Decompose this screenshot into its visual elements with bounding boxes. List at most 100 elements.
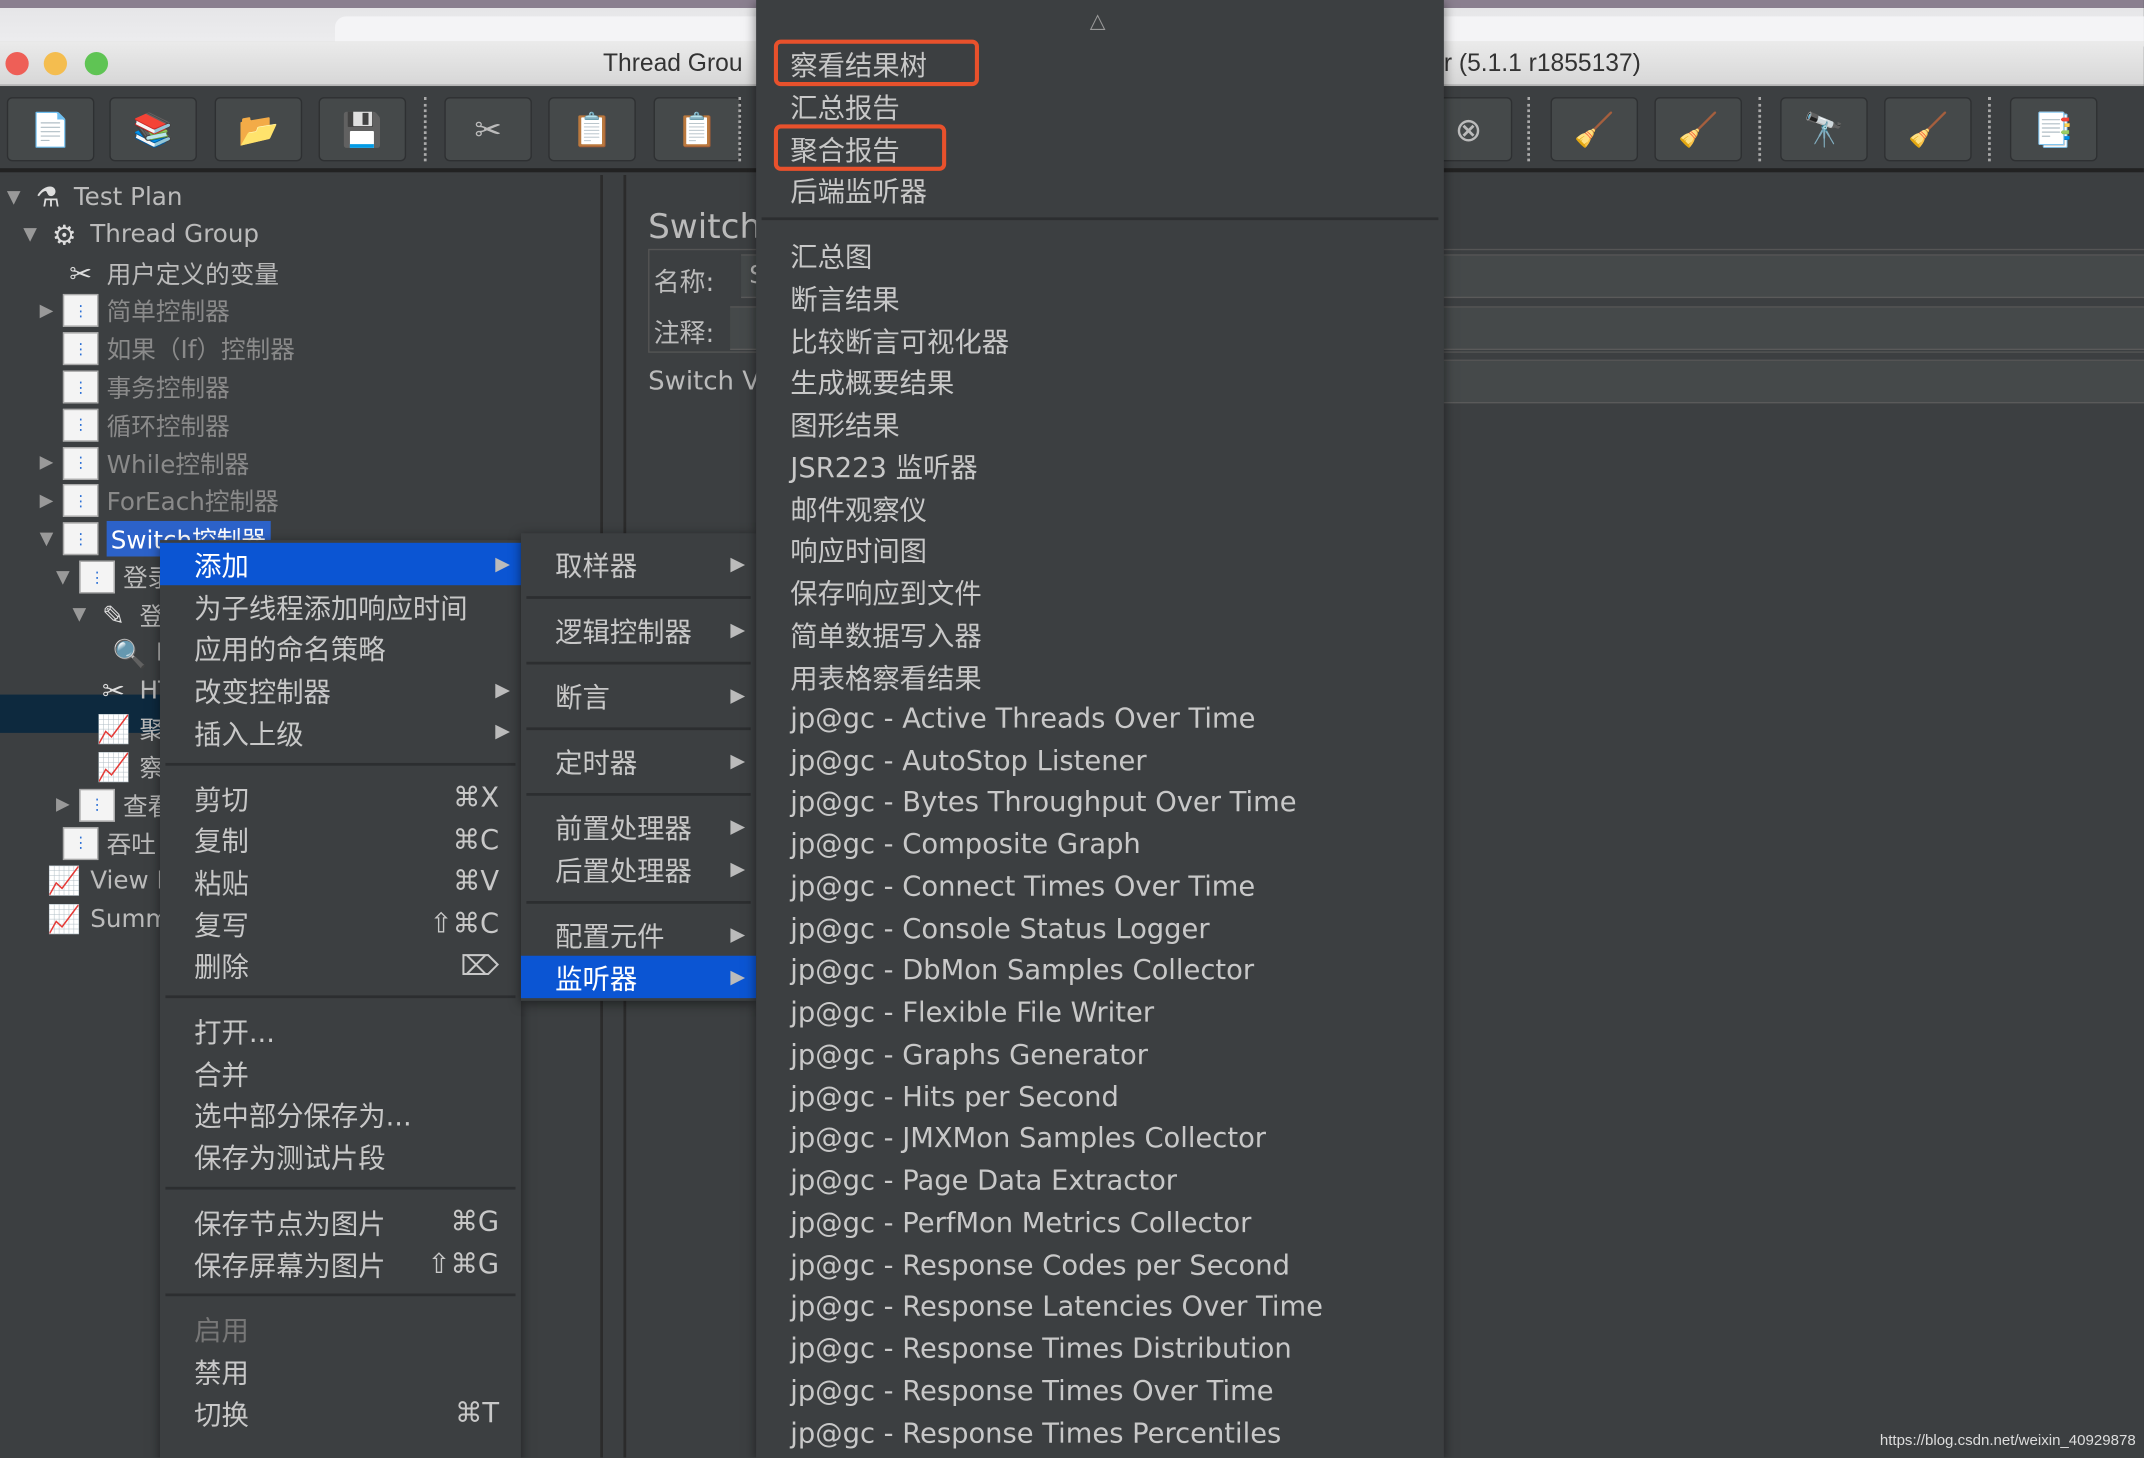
listener-menu-item[interactable]: jp@gc - Response Times Over Time [756,1369,1444,1411]
close-window-button[interactable] [5,51,29,76]
listener-menu-item[interactable]: JSR223 监听器 [756,444,1444,486]
add-submenu-item[interactable]: 后置处理器 ▶ [521,848,756,890]
copy-button[interactable]: 📋 [548,97,636,162]
tree-node[interactable]: 🔍I [85,634,163,672]
listener-menu-item[interactable]: jp@gc - Response Codes per Second [756,1243,1444,1285]
listener-menu-item[interactable]: jp@gc - Active Threads Over Time [756,696,1444,738]
collapsed-arrow-icon[interactable]: ▶ [52,795,74,816]
listener-menu-item[interactable]: jp@gc - Page Data Extractor [756,1159,1444,1201]
listener-menu-item[interactable]: 汇总图 [756,234,1444,276]
listener-menu-item[interactable]: jp@gc - JMXMon Samples Collector [756,1117,1444,1159]
expanded-arrow-icon[interactable]: ▼ [52,567,74,588]
tree-node[interactable]: 📈 View R [19,862,173,900]
add-submenu-item[interactable]: 断言 ▶ [521,674,756,716]
context-menu-item[interactable]: 保存屏幕为图片 ⇧⌘G [160,1242,521,1284]
reset-search-button[interactable]: 🧹 [1884,97,1972,162]
listener-menu-item[interactable]: jp@gc - Graphs Generator [756,1033,1444,1075]
context-menu-item[interactable]: 打开... [160,1009,521,1051]
add-submenu-item[interactable]: 配置元件 ▶ [521,913,756,955]
open-button[interactable]: 📂 [214,97,303,162]
context-menu-item[interactable]: 复写 ⇧⌘C [160,902,521,944]
cut-button[interactable]: ✂ [444,97,532,162]
tree-node[interactable]: ▶ ⋮ 简单控制器 [36,292,230,330]
listener-menu-item[interactable]: 响应时间图 [756,528,1444,570]
paste-button[interactable]: 📋 [653,97,742,162]
tree-node[interactable]: ▼ ⚙ Thread Group [19,216,259,254]
listener-menu-item[interactable]: 简单数据写入器 [756,612,1444,654]
collapsed-arrow-icon[interactable]: ▶ [36,453,58,474]
tree-node[interactable]: 📈 Summ [19,900,169,938]
context-menu-item[interactable]: 切换 ⌘T [160,1391,521,1433]
listener-menu-item[interactable]: jp@gc - PerfMon Metrics Collector [756,1201,1444,1243]
listener-menu-item[interactable]: 比较断言可视化器 [756,318,1444,360]
context-menu-item[interactable]: 应用的命名策略 [160,627,521,669]
context-menu-item[interactable]: 禁用 [160,1349,521,1391]
clear-button[interactable]: 🧹 [1550,97,1639,162]
add-submenu-item[interactable]: 监听器 ▶ [520,955,757,999]
expanded-arrow-icon[interactable]: ▼ [3,187,25,208]
tree-node[interactable]: ✂ HT [68,672,173,710]
tree-node[interactable]: ▼ ⚗ Test Plan [3,178,183,216]
new-button[interactable]: 📄 [6,97,95,162]
context-menu-item[interactable]: 选中部分保存为... [160,1093,521,1135]
save-button[interactable]: 💾 [318,97,407,162]
tree-node[interactable]: ⋮ 循环控制器 [36,406,230,444]
listener-menu-item[interactable]: 生成概要结果 [756,360,1444,402]
listener-menu-item[interactable]: jp@gc - Console Status Logger [756,907,1444,949]
minimize-window-button[interactable] [43,51,67,76]
tree-node[interactable]: ⋮ 事务控制器 [36,368,230,406]
context-menu-item[interactable]: 合并 [160,1051,521,1093]
tree-node[interactable]: ✂ 用户定义的变量 [36,254,279,292]
tree-node[interactable]: 📈 聚 [68,710,164,748]
clear-all-button[interactable]: 🧹 [1654,97,1742,162]
tree-node[interactable]: ▼ ✎ 登 [68,596,164,634]
context-menu-item[interactable]: 保存节点为图片 ⌘G [160,1200,521,1242]
scroll-up-arrow-icon[interactable]: △ [1090,8,1106,33]
search-button[interactable]: 🔭 [1780,97,1868,162]
context-menu-item[interactable]: 改变控制器 ▶ [160,669,521,711]
tree-node[interactable]: 📈 察 [68,748,164,786]
context-menu-item[interactable]: 剪切 ⌘X [160,776,521,818]
listener-menu-item[interactable]: jp@gc - Response Times Distribution [756,1327,1444,1369]
function-helper-button[interactable]: 📑 [2009,97,2098,162]
context-menu-item[interactable]: 粘贴 ⌘V [160,860,521,902]
context-menu-item[interactable]: 保存为测试片段 [160,1135,521,1177]
zoom-window-button[interactable] [84,51,109,76]
listener-menu-item[interactable]: 后端监听器 [756,169,1444,211]
listener-menu-item[interactable]: 用表格察看结果 [756,654,1444,696]
listener-menu-item[interactable]: 邮件观察仪 [756,486,1444,528]
listener-menu-item[interactable]: jp@gc - AutoStop Listener [756,738,1444,780]
tree-node[interactable]: ⋮ 吞吐 [36,824,156,862]
tree-node[interactable]: ▶ ⋮ While控制器 [36,444,249,482]
collapsed-arrow-icon[interactable]: ▶ [36,301,58,322]
listener-menu-item[interactable]: jp@gc - DbMon Samples Collector [756,949,1444,991]
tree-node[interactable]: ▼ ⋮ 登录 [52,558,172,596]
listener-menu-item[interactable]: jp@gc - Composite Graph [756,822,1444,864]
listener-menu-item[interactable]: jp@gc - Bytes Throughput Over Time [756,780,1444,822]
listener-menu-item[interactable]: jp@gc - Response Times Percentiles [756,1411,1444,1453]
listener-menu-item[interactable]: 图形结果 [756,402,1444,444]
expanded-arrow-icon[interactable]: ▼ [36,529,58,550]
context-menu-item[interactable]: 启用 [160,1307,521,1349]
listener-menu-item[interactable]: 断言结果 [756,276,1444,318]
listener-menu-item[interactable]: 保存响应到文件 [756,570,1444,612]
expanded-arrow-icon[interactable]: ▼ [19,225,41,246]
add-submenu-item[interactable]: 定时器 ▶ [521,740,756,782]
listener-menu-item[interactable]: 汇总报告 [756,84,1444,126]
listener-menu-item[interactable]: jp@gc - Connect Times Over Time [756,864,1444,906]
expanded-arrow-icon[interactable]: ▼ [68,605,90,626]
templates-button[interactable]: 📚 [109,97,197,162]
context-menu-item[interactable]: 为子线程添加响应时间 [160,585,521,627]
tree-node[interactable]: ▶ ⋮ 查看 [52,786,172,824]
add-submenu-item[interactable]: 前置处理器 ▶ [521,805,756,847]
context-menu-item[interactable]: 复制 ⌘C [160,818,521,860]
context-menu-item[interactable]: 插入上级 ▶ [160,711,521,753]
listener-menu-item[interactable]: jp@gc - Hits per Second [756,1075,1444,1117]
context-menu-item[interactable]: 添加 ▶ [159,542,521,586]
collapsed-arrow-icon[interactable]: ▶ [36,491,58,512]
tree-node[interactable]: ▶ ⋮ ForEach控制器 [36,482,279,520]
listener-menu-item[interactable]: jp@gc - Response Latencies Over Time [756,1285,1444,1327]
add-submenu-item[interactable]: 取样器 ▶ [521,543,756,585]
add-submenu-item[interactable]: 逻辑控制器 ▶ [521,608,756,650]
context-menu-item[interactable]: 删除 ⌦ [160,944,521,986]
